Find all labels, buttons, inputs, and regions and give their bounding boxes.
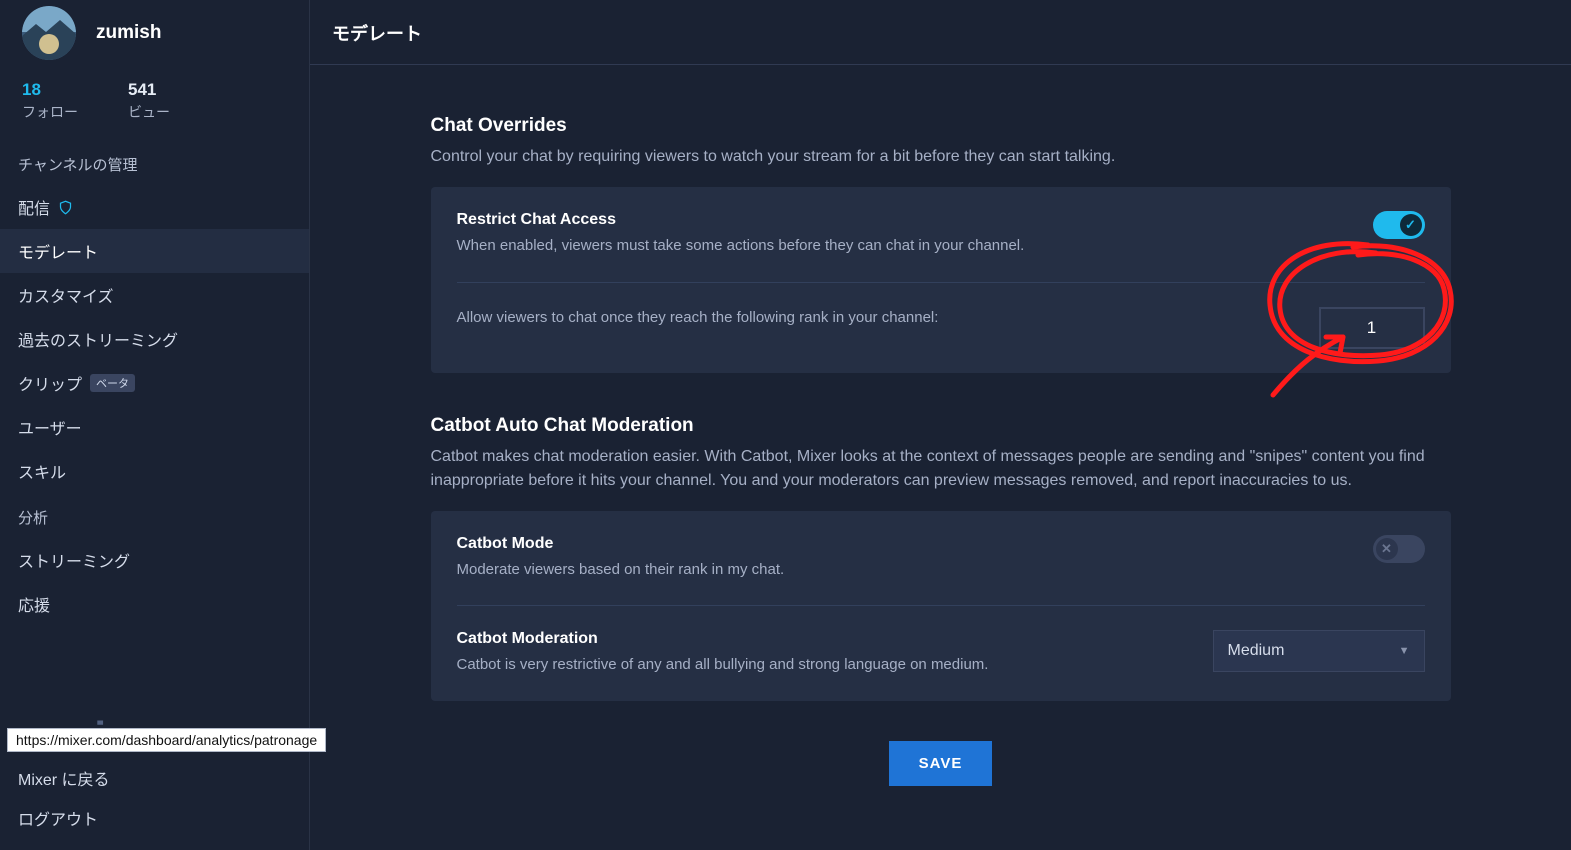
sidebar-item-label: ログアウト bbox=[18, 806, 98, 830]
stat-followers[interactable]: 18 フォロー bbox=[22, 80, 78, 122]
sidebar-item-broadcast[interactable]: 配信 bbox=[0, 185, 309, 229]
check-icon: ✓ bbox=[1400, 214, 1422, 236]
sidebar-item-back-to-mixer[interactable]: Mixer に戻る bbox=[18, 758, 309, 798]
sidebar-item-label: カスタマイズ bbox=[18, 283, 114, 307]
page-title: モデレート bbox=[332, 20, 1551, 46]
row-title: Restrict Chat Access bbox=[457, 211, 1349, 229]
sidebar-item-label: モデレート bbox=[18, 239, 98, 263]
x-icon: ✕ bbox=[1376, 538, 1398, 560]
sidebar-item-label: 応援 bbox=[18, 592, 50, 616]
row-restrict-chat: Restrict Chat Access When enabled, viewe… bbox=[431, 187, 1451, 282]
row-title: Catbot Mode bbox=[457, 535, 1349, 553]
sidebar-item-clips[interactable]: クリップ ベータ bbox=[0, 361, 309, 405]
section-catbot: Catbot Auto Chat Moderation Catbot makes… bbox=[431, 415, 1451, 701]
toggle-restrict-chat[interactable]: ✓ bbox=[1373, 211, 1425, 239]
row-desc: Catbot is very restrictive of any and al… bbox=[457, 654, 1189, 677]
sidebar-item-label: 過去のストリーミング bbox=[18, 327, 178, 351]
toggle-catbot-mode[interactable]: ✕ bbox=[1373, 535, 1425, 563]
section-title: Chat Overrides bbox=[431, 115, 1451, 137]
user-stats: 18 フォロー 541 ビュー bbox=[0, 80, 309, 140]
username[interactable]: zumish bbox=[96, 22, 161, 44]
sidebar-item-users[interactable]: ユーザー bbox=[0, 405, 309, 449]
rank-input[interactable] bbox=[1319, 307, 1425, 349]
section-chat-overrides: Chat Overrides Control your chat by requ… bbox=[431, 115, 1451, 373]
card-chat-overrides: Restrict Chat Access When enabled, viewe… bbox=[431, 187, 1451, 373]
profile-block: zumish bbox=[0, 0, 309, 80]
save-button[interactable]: SAVE bbox=[889, 741, 993, 786]
chevron-down-icon: ▼ bbox=[1399, 645, 1410, 657]
sidebar-item-label: 配信 bbox=[18, 195, 50, 219]
row-title: Catbot Moderation bbox=[457, 630, 1189, 648]
row-desc: When enabled, viewers must take some act… bbox=[457, 235, 1349, 258]
nav-group-analytics: 分析 bbox=[0, 493, 309, 538]
row-catbot-mode: Catbot Mode Moderate viewers based on th… bbox=[431, 511, 1451, 606]
row-desc: Allow viewers to chat once they reach th… bbox=[457, 307, 1295, 330]
nav-group-channel: チャンネルの管理 bbox=[0, 140, 309, 185]
sidebar-item-vods[interactable]: 過去のストリーミング bbox=[0, 317, 309, 361]
row-rank-threshold: Allow viewers to chat once they reach th… bbox=[457, 282, 1425, 373]
sidebar-item-label: ユーザー bbox=[18, 415, 82, 439]
sidebar-item-streaming[interactable]: ストリーミング bbox=[0, 538, 309, 582]
sidebar-item-label: スキル bbox=[18, 459, 66, 483]
card-catbot: Catbot Mode Moderate viewers based on th… bbox=[431, 511, 1451, 701]
section-title: Catbot Auto Chat Moderation bbox=[431, 415, 1451, 437]
section-desc: Control your chat by requiring viewers t… bbox=[431, 145, 1451, 169]
sidebar-item-logout[interactable]: ログアウト bbox=[18, 798, 309, 838]
main-content: モデレート Chat Overrides Control your chat b… bbox=[310, 0, 1571, 850]
avatar[interactable] bbox=[22, 6, 76, 60]
page-header: モデレート bbox=[310, 0, 1571, 65]
sidebar-item-customize[interactable]: カスタマイズ bbox=[0, 273, 309, 317]
sidebar-item-label: Mixer に戻る bbox=[18, 766, 110, 790]
stat-views[interactable]: 541 ビュー bbox=[128, 80, 170, 122]
select-value: Medium bbox=[1228, 642, 1285, 660]
section-desc: Catbot makes chat moderation easier. Wit… bbox=[431, 445, 1451, 493]
sidebar: zumish 18 フォロー 541 ビュー チャンネルの管理 配信 モデレート… bbox=[0, 0, 310, 850]
sidebar-item-label: クリップ bbox=[18, 371, 82, 395]
beta-badge: ベータ bbox=[90, 374, 135, 392]
select-catbot-moderation[interactable]: Medium ▼ bbox=[1213, 630, 1425, 672]
sidebar-item-skills[interactable]: スキル bbox=[0, 449, 309, 493]
sidebar-item-patronage[interactable]: 応援 bbox=[0, 582, 309, 626]
row-catbot-moderation: Catbot Moderation Catbot is very restric… bbox=[457, 605, 1425, 701]
row-desc: Moderate viewers based on their rank in … bbox=[457, 559, 1349, 582]
sidebar-item-label: ストリーミング bbox=[18, 548, 130, 572]
status-url-tooltip: https://mixer.com/dashboard/analytics/pa… bbox=[7, 728, 326, 752]
sidebar-item-moderate[interactable]: モデレート bbox=[0, 229, 309, 273]
shield-icon bbox=[58, 200, 73, 215]
